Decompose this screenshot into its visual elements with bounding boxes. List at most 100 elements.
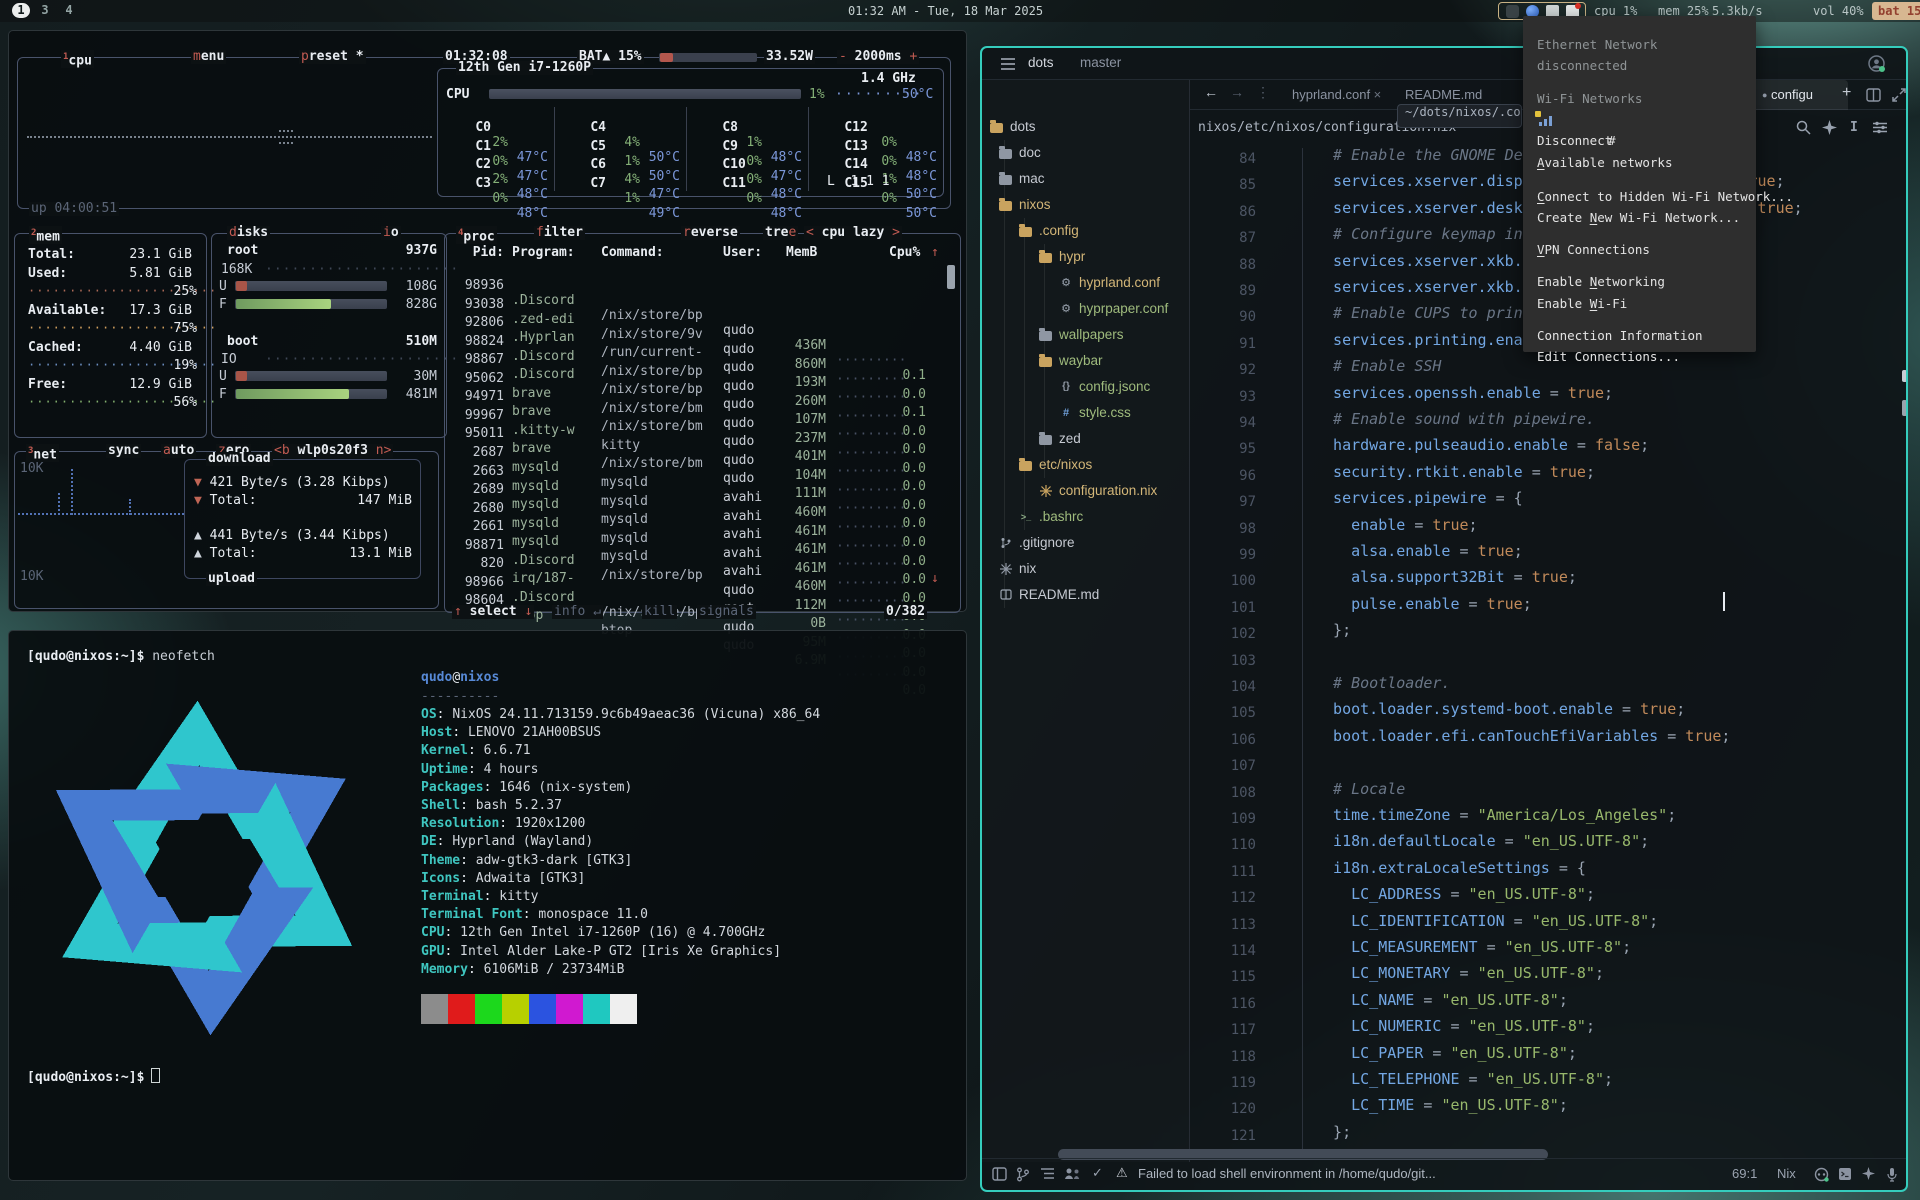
menu-item-wifi-network[interactable]: # — [1537, 109, 1616, 130]
editor-settings-icon[interactable] — [1872, 120, 1888, 135]
menu-item[interactable]: Connect to Hidden Wi-Fi Network... — [1537, 186, 1793, 207]
workspace-button-4[interactable]: 4 — [60, 3, 78, 18]
collab-panel-icon[interactable] — [1064, 1167, 1081, 1180]
auto-button[interactable]: auto — [161, 444, 196, 458]
tree-item-nix[interactable]: nix — [982, 556, 1182, 582]
power-draw: 33.52W — [764, 50, 815, 64]
new-tab-button[interactable]: + — [1842, 84, 1851, 102]
tree-item-style.css[interactable]: # style.css — [982, 400, 1182, 426]
tree-item-hyprpaper.conf[interactable]: ⚙ hyprpaper.conf — [982, 296, 1182, 322]
menu-item[interactable]: Enable Wi-Fi — [1537, 293, 1627, 314]
proc-tab[interactable]: 4proc — [456, 226, 497, 244]
menu-item: Wi-Fi Networks — [1537, 88, 1642, 109]
diagnostics-ok-icon[interactable]: ✓ — [1092, 1165, 1103, 1181]
proc-footer-signals[interactable]: signals — [697, 605, 756, 619]
tree-button[interactable]: tree — [763, 226, 798, 240]
tree-item-zed[interactable]: zed — [982, 426, 1182, 452]
book-icon — [999, 589, 1013, 600]
tree-item-waybar[interactable]: waybar — [982, 348, 1182, 374]
line-number: 107 — [1190, 753, 1256, 779]
git-panel-icon[interactable] — [1016, 1167, 1030, 1182]
search-icon[interactable] — [1796, 120, 1811, 135]
code-line: LC_IDENTIFICATION = "en_US.UTF-8"; — [1315, 912, 1658, 938]
maximize-pane-icon[interactable] — [1892, 88, 1906, 102]
bar-module-bat[interactable]: bat 15% — [1872, 2, 1920, 20]
project-panel-icon[interactable] — [992, 1167, 1007, 1181]
tab-hyprland.conf[interactable]: hyprland.conf × — [1282, 80, 1395, 110]
tree-item-.bashrc[interactable]: >_ .bashrc — [982, 504, 1182, 530]
nav-forward-icon[interactable]: → — [1230, 84, 1244, 100]
mem-tab[interactable]: 2mem — [29, 226, 62, 244]
btop-terminal[interactable]: 1cpu menu preset * 01:32:08 BAT▲ 15% 33.… — [8, 30, 967, 612]
reverse-button[interactable]: reverse — [681, 226, 740, 240]
project-name[interactable]: dots — [1028, 55, 1054, 70]
workspace-button-1[interactable]: 1 — [12, 3, 30, 18]
tree-item-hypr[interactable]: hypr — [982, 244, 1182, 270]
load-average: L 1 1 1 — [827, 174, 890, 189]
tree-item-mac[interactable]: mac — [982, 166, 1182, 192]
tree-item-doc[interactable]: doc — [982, 140, 1182, 166]
net-tab[interactable]: 3net — [26, 444, 59, 462]
update-interval[interactable]: - 2000ms + — [837, 50, 919, 64]
tree-item-nixos[interactable]: nixos — [982, 192, 1182, 218]
cursor-position[interactable]: 69:1 — [1732, 1166, 1757, 1181]
folder-open-icon — [1019, 461, 1032, 471]
split-pane-icon[interactable] — [1866, 88, 1881, 102]
zed-editor-window[interactable]: dots master dots doc mac nixos .config h… — [980, 46, 1908, 1192]
tree-item-config.jsonc[interactable]: {} config.jsonc — [982, 374, 1182, 400]
neofetch-info-row: GPU: Intel Alder Lake-P GT2 [Iris Xe Gra… — [421, 944, 781, 959]
tab-configu[interactable]: ● configu — [1752, 80, 1848, 110]
terminal-panel-icon[interactable] — [1838, 1167, 1852, 1181]
tree-item-configuration.nix[interactable]: configuration.nix — [982, 478, 1182, 504]
tree-item-README.md[interactable]: README.md — [982, 582, 1182, 608]
iface-switcher[interactable]: <b wlp0s20f3 n> — [272, 444, 393, 458]
mic-icon[interactable] — [1886, 1167, 1898, 1182]
neofetch-info-row: Kernel: 6.6.71 — [421, 743, 531, 758]
shell-prompt-cursor[interactable]: [qudo@nixos:~]$ — [27, 1068, 160, 1085]
menu-item[interactable]: VPN Connections — [1537, 239, 1650, 260]
collab-avatar[interactable] — [1868, 55, 1885, 77]
nav-more-icon[interactable]: ⋮ — [1256, 84, 1270, 101]
menu-item[interactable]: Enable Networking — [1537, 271, 1665, 292]
menu-item[interactable]: Available networks — [1537, 152, 1672, 173]
sort-pager[interactable]: < cpu lazy > — [804, 226, 902, 240]
boot-used-bar — [235, 371, 387, 381]
proc-footer-select[interactable]: ↑ select ↓ — [452, 605, 534, 619]
menu-button[interactable]: menu — [191, 50, 226, 64]
tree-item-wallpapers[interactable]: wallpapers — [982, 322, 1182, 348]
tree-item-.gitignore[interactable]: .gitignore — [982, 530, 1182, 556]
tree-item-etc/nixos[interactable]: etc/nixos — [982, 452, 1182, 478]
filter-button[interactable]: filter — [534, 226, 585, 240]
shield-icon[interactable] — [1506, 5, 1519, 18]
cpu-tab[interactable]: 1cpu — [61, 50, 94, 68]
zed-titlebar[interactable]: dots master — [982, 48, 1906, 80]
proc-footer-info[interactable]: info ↵ — [552, 605, 603, 619]
sync-button[interactable]: sync — [106, 444, 141, 458]
inline-edit-icon[interactable]: I — [1850, 120, 1858, 135]
project-panel[interactable]: dots doc mac nixos .config hypr ⚙ hyprla… — [982, 80, 1190, 1162]
menu-item[interactable]: Create New Wi-Fi Network... — [1537, 207, 1740, 228]
cpu-model: 12th Gen i7-1260P — [456, 61, 593, 75]
tree-item-.config[interactable]: .config — [982, 218, 1182, 244]
nav-back-icon[interactable]: ← — [1204, 84, 1218, 100]
language-selector[interactable]: Nix — [1777, 1166, 1796, 1181]
line-number: 114 — [1190, 938, 1256, 964]
app-menu-icon[interactable] — [1000, 57, 1016, 71]
tree-item-hyprland.conf[interactable]: ⚙ hyprland.conf — [982, 270, 1182, 296]
assistant-sparkle-icon[interactable] — [1822, 120, 1837, 135]
proc-scrollbar[interactable] — [947, 265, 955, 289]
copilot-icon[interactable] — [1814, 1167, 1829, 1182]
neofetch-terminal[interactable]: [qudo@nixos:~]$ neofetch qudo@nixos ----… — [8, 630, 967, 1181]
preset-button[interactable]: preset * — [299, 50, 366, 64]
assistant-icon[interactable] — [1862, 1167, 1875, 1180]
tree-item-dots[interactable]: dots — [982, 114, 1182, 140]
git-branch[interactable]: master — [1080, 55, 1121, 70]
menu-item[interactable]: Edit Connections... — [1537, 346, 1680, 367]
proc-footer-kill[interactable]: kill — [642, 605, 677, 619]
menu-item[interactable]: Disconnect — [1537, 130, 1612, 151]
outline-panel-icon[interactable] — [1040, 1167, 1055, 1180]
menu-item[interactable]: Connection Information — [1537, 325, 1703, 346]
bar-module-vol[interactable]: vol 40% — [1813, 4, 1864, 18]
status-message[interactable]: Failed to load shell environment in /hom… — [1138, 1166, 1436, 1181]
workspace-button-3[interactable]: 3 — [36, 3, 54, 18]
